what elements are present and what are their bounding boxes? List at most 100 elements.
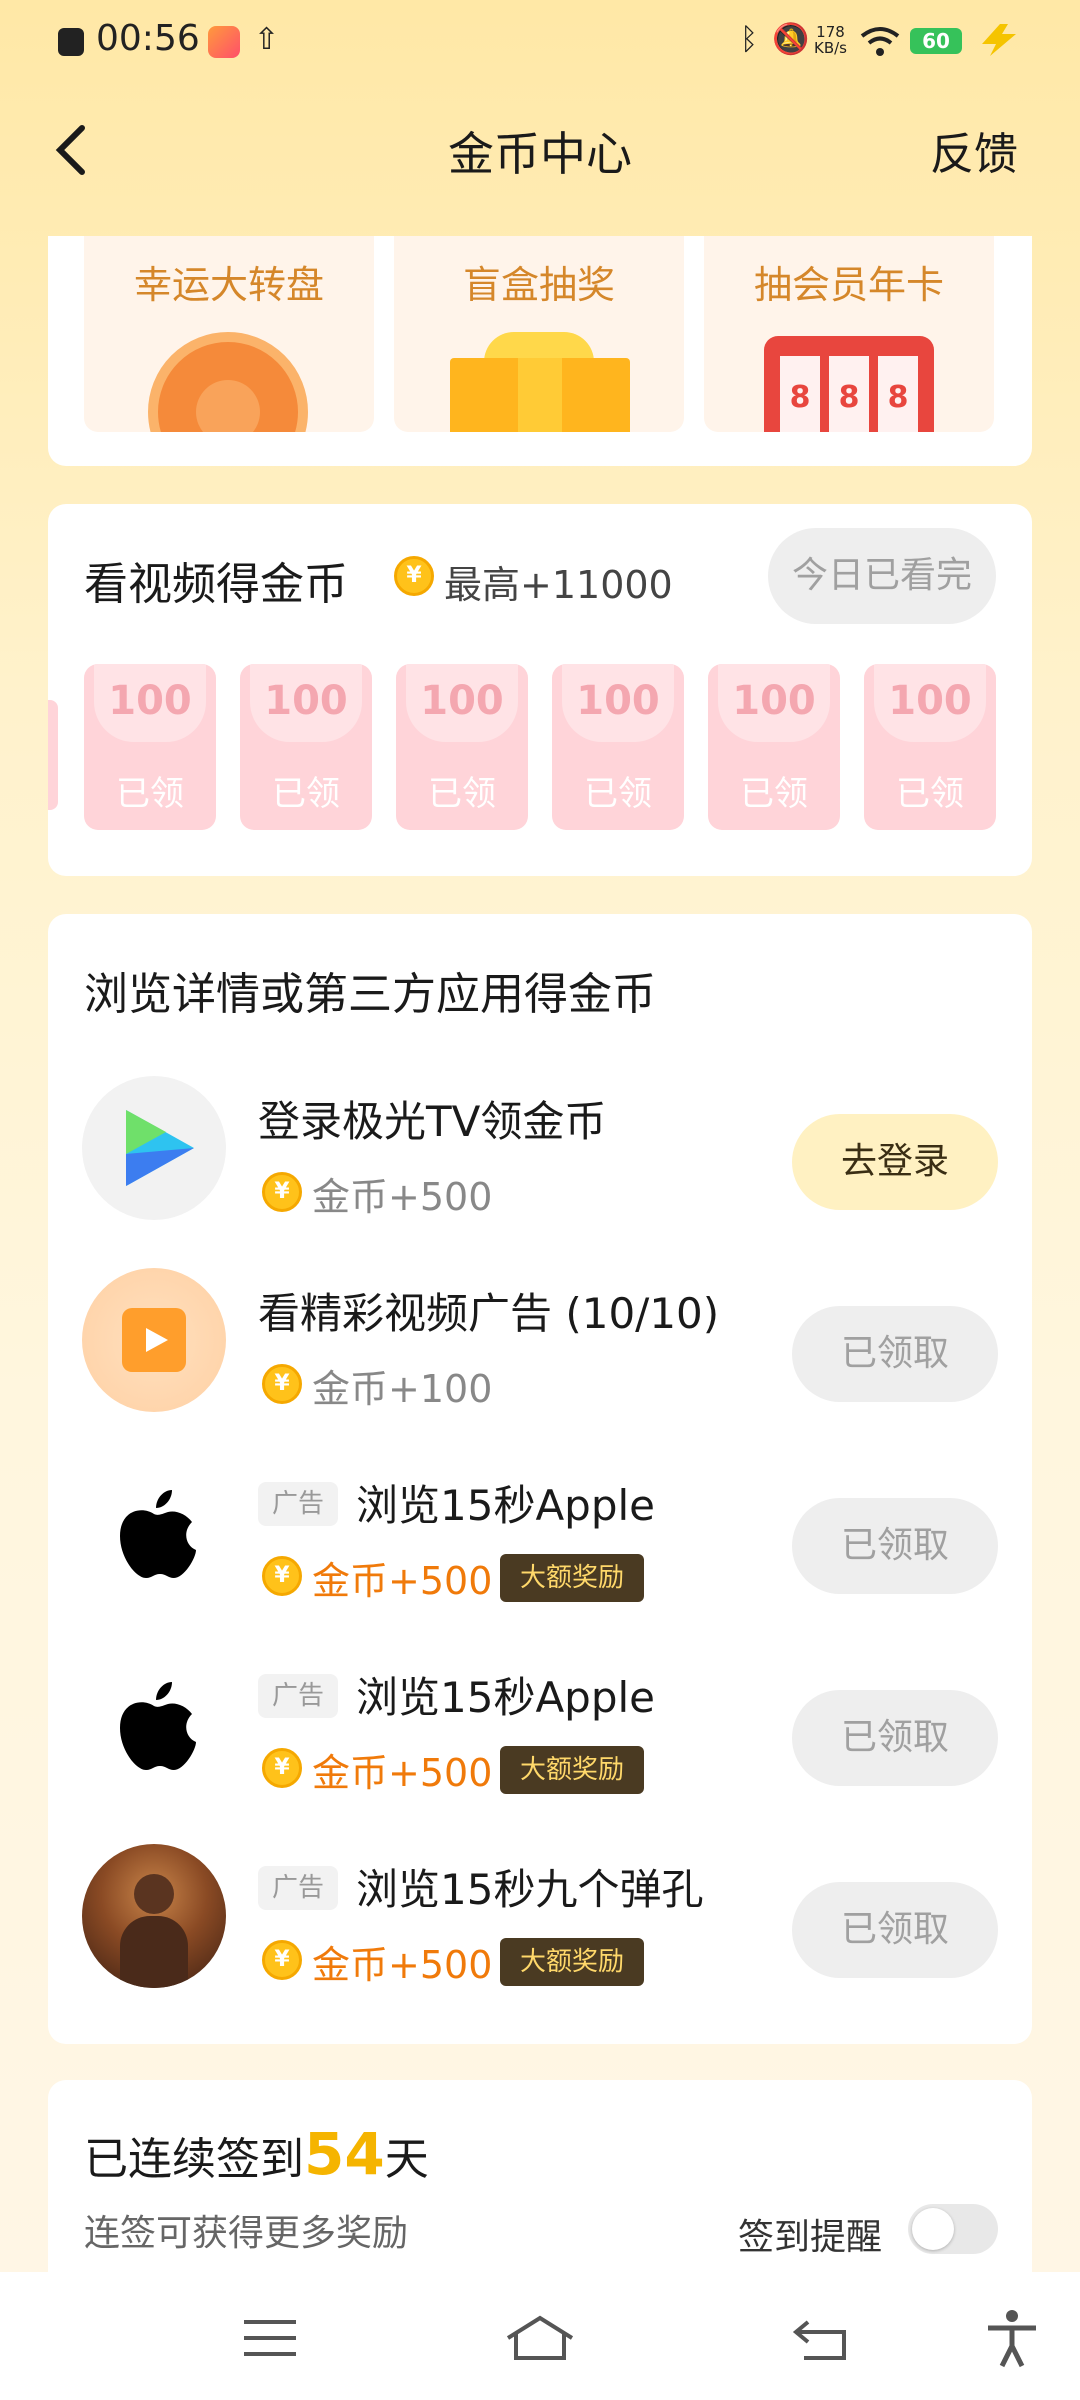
checkin-reminder-toggle[interactable] <box>908 2204 998 2254</box>
red-envelope[interactable]: 100 已领 <box>84 664 216 830</box>
envelope-amount: 100 <box>108 678 192 724</box>
menu-icon[interactable] <box>230 2308 310 2368</box>
envelope-status: 已领 <box>740 774 808 814</box>
red-envelope[interactable]: 100 已领 <box>708 664 840 830</box>
watched-today-button[interactable]: 今日已看完 <box>768 528 996 624</box>
status-time: 00:56 <box>96 18 200 59</box>
task-row: 广告 浏览15秒Apple ¥ 金币+500 大额奖励 已领取 <box>48 1602 1032 1796</box>
slot-machine-icon: 8 8 8 <box>764 336 934 432</box>
claimed-button[interactable]: 已领取 <box>792 1882 998 1978</box>
task-row: 登录极光TV领金币 ¥ 金币+500 去登录 <box>48 1026 1032 1220</box>
envelope-status: 已领 <box>116 774 184 814</box>
wifi-icon <box>860 27 900 56</box>
task-row: 看精彩视频广告 (10/10) ¥ 金币+100 已领取 <box>48 1218 1032 1412</box>
red-envelope[interactable]: 100 已领 <box>240 664 372 830</box>
video-ad-icon <box>82 1268 226 1412</box>
apple-logo-icon <box>82 1652 226 1796</box>
tasks-section-title: 浏览详情或第三方应用得金币 <box>84 969 656 1020</box>
status-bar: 00:56 ⇧ ᛒ 🔕 178 KB/s 60 <box>0 0 1080 84</box>
lottery-label: 幸运大转盘 <box>133 263 324 307</box>
lottery-item-vip-card[interactable]: 抽会员年卡 8 8 8 <box>704 236 994 432</box>
feedback-button[interactable]: 反馈 <box>930 118 1018 182</box>
checkin-reminder-label: 签到提醒 <box>738 2217 883 2258</box>
envelope-status: 已领 <box>896 774 964 814</box>
envelope-status: 已领 <box>428 774 496 814</box>
lottery-item-blind-box[interactable]: 盲盒抽奖 <box>394 236 684 432</box>
coin-icon: ¥ <box>262 1172 302 1212</box>
slot-digit: 8 <box>878 356 918 432</box>
task-reward: 金币+500 <box>312 1559 493 1603</box>
video-max-reward: 最高+11000 <box>444 563 673 607</box>
envelope-status: 已领 <box>272 774 340 814</box>
network-speed: 178 KB/s <box>814 23 847 57</box>
checkin-subtitle: 连签可获得更多奖励 <box>84 2213 409 2254</box>
envelope-status: 已领 <box>584 774 652 814</box>
lottery-card: 幸运大转盘 盲盒抽奖 抽会员年卡 8 8 8 <box>48 236 1032 466</box>
task-row: 广告 浏览15秒九个弹孔 ¥ 金币+500 大额奖励 已领取 <box>48 1794 1032 1988</box>
page-title: 金币中心 <box>448 127 632 181</box>
apple-logo-icon <box>82 1460 226 1604</box>
red-envelope[interactable]: 100 已领 <box>864 664 996 830</box>
envelope-amount: 100 <box>264 678 348 724</box>
task-row: 广告 浏览15秒Apple ¥ 金币+500 大额奖励 已领取 <box>48 1410 1032 1604</box>
back-button[interactable] <box>50 110 110 190</box>
home-icon[interactable] <box>500 2308 580 2368</box>
coin-icon: ¥ <box>262 1940 302 1980</box>
lottery-label: 盲盒抽奖 <box>462 263 615 307</box>
ad-tag: 广告 <box>258 1866 338 1910</box>
task-title: 浏览15秒九个弹孔 <box>356 1865 704 1914</box>
notification-icon <box>58 28 84 56</box>
task-reward: 金币+100 <box>312 1367 493 1411</box>
red-envelope[interactable]: 100 已领 <box>396 664 528 830</box>
bluetooth-icon: ᛒ <box>740 22 758 57</box>
mute-icon: 🔕 <box>772 22 810 57</box>
login-button[interactable]: 去登录 <box>792 1114 998 1210</box>
checkin-card: 已连续签到54天 连签可获得更多奖励 签到提醒 <box>48 2080 1032 2280</box>
lottery-item-wheel[interactable]: 幸运大转盘 <box>84 236 374 432</box>
coin-icon: ¥ <box>262 1364 302 1404</box>
back-nav-icon[interactable] <box>784 2308 864 2368</box>
wheel-icon <box>148 332 308 432</box>
task-title: 浏览15秒Apple <box>356 1481 656 1530</box>
lottery-label: 抽会员年卡 <box>753 263 944 307</box>
task-reward: 金币+500 <box>312 1943 493 1987</box>
browse-tasks-card: 浏览详情或第三方应用得金币 登录极光TV领金币 ¥ 金币+500 去登录 看精彩… <box>48 914 1032 2044</box>
red-envelope[interactable]: 100 已领 <box>552 664 684 830</box>
watch-video-card: 看视频得金币 ¥ 最高+11000 今日已看完 100 已领 100 已领 10… <box>48 504 1032 876</box>
ad-tag: 广告 <box>258 1674 338 1718</box>
video-section-title: 看视频得金币 <box>84 559 348 610</box>
coin-icon: ¥ <box>262 1556 302 1596</box>
coin-icon: ¥ <box>394 556 434 596</box>
task-reward: 金币+500 <box>312 1751 493 1795</box>
claimed-button[interactable]: 已领取 <box>792 1690 998 1786</box>
checkin-streak: 已连续签到54天 <box>84 2120 429 2188</box>
accessibility-icon[interactable] <box>972 2308 1052 2368</box>
charging-icon <box>982 24 1016 56</box>
battery-indicator: 60 <box>910 28 962 54</box>
envelope-amount: 100 <box>732 678 816 724</box>
upload-icon: ⇧ <box>254 22 280 57</box>
claimed-button[interactable]: 已领取 <box>792 1498 998 1594</box>
task-title: 看精彩视频广告 (10/10) <box>258 1289 720 1338</box>
gift-box-icon <box>450 358 630 432</box>
task-reward: 金币+500 <box>312 1175 493 1219</box>
slot-digit: 8 <box>780 356 820 432</box>
ad-tag: 广告 <box>258 1482 338 1526</box>
task-title: 登录极光TV领金币 <box>258 1097 607 1146</box>
envelope-amount: 100 <box>420 678 504 724</box>
checkin-days: 54 <box>304 2120 385 2188</box>
big-reward-badge: 大额奖励 <box>500 1554 644 1602</box>
system-nav-bar <box>0 2272 1080 2400</box>
task-title: 浏览15秒Apple <box>356 1673 656 1722</box>
envelope-partial <box>48 700 58 810</box>
claimed-button[interactable]: 已领取 <box>792 1306 998 1402</box>
chevron-left-icon <box>55 125 85 175</box>
big-reward-badge: 大额奖励 <box>500 1938 644 1986</box>
video-app-icon <box>208 26 240 58</box>
slot-digit: 8 <box>829 356 869 432</box>
movie-poster-icon <box>82 1844 226 1988</box>
coin-icon: ¥ <box>262 1748 302 1788</box>
envelope-amount: 100 <box>888 678 972 724</box>
big-reward-badge: 大额奖励 <box>500 1746 644 1794</box>
envelope-amount: 100 <box>576 678 660 724</box>
